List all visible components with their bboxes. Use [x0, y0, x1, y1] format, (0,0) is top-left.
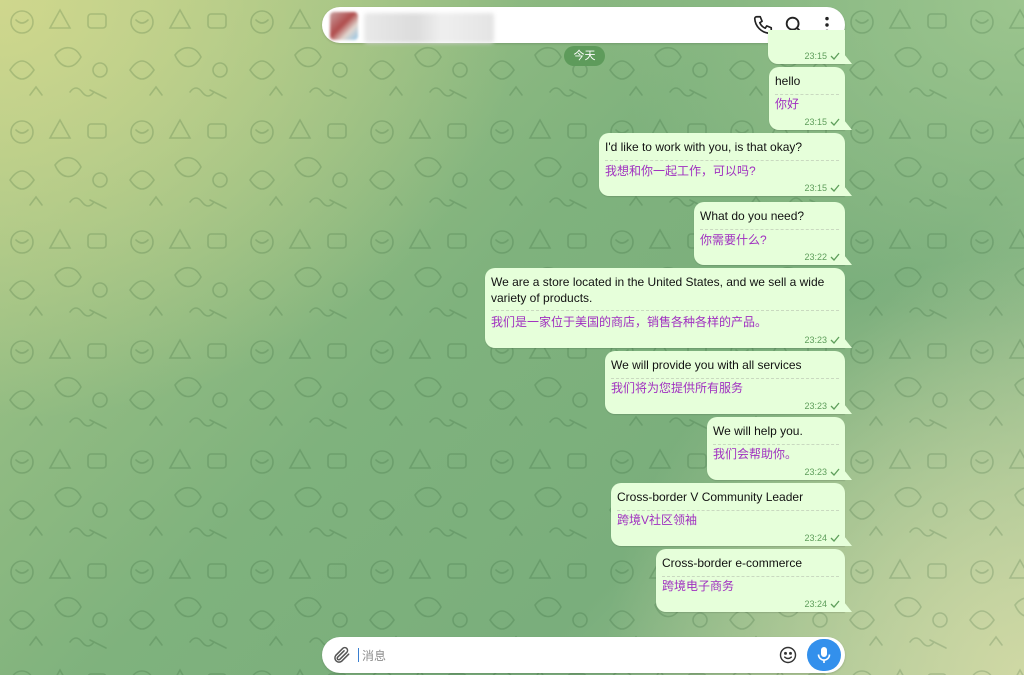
message-time: 23:15: [804, 51, 827, 61]
message-composer: [322, 637, 845, 673]
chat-header[interactable]: [322, 7, 845, 43]
translation-divider: [605, 160, 839, 161]
translation-divider: [662, 576, 839, 577]
message-translation: 我们会帮助你。: [713, 447, 798, 461]
read-check-icon: [830, 534, 840, 542]
read-check-icon: [830, 184, 840, 192]
read-check-icon: [830, 468, 840, 476]
text-caret: [358, 648, 359, 662]
message-bubble[interactable]: I'd like to work with you, is that okay?…: [599, 133, 852, 196]
translation-divider: [700, 229, 839, 230]
message-text: Cross-border V Community Leader: [617, 490, 804, 504]
message-text: What do you need?: [700, 209, 805, 223]
message-input[interactable]: [360, 643, 764, 669]
message-time: 23:22: [804, 252, 827, 262]
message-translation: 跨境V社区领袖: [617, 513, 698, 527]
read-check-icon: [830, 52, 840, 60]
message-bubble[interactable]: Cross-border e-commerce 跨境电子商务 23:24: [656, 549, 852, 612]
message-translation: 我们将为您提供所有服务: [611, 381, 744, 395]
message-time: 23:23: [804, 467, 827, 477]
message-text: Cross-border e-commerce: [662, 556, 803, 570]
message-text: We will help you.: [713, 424, 803, 438]
message-bubble[interactable]: Cross-border V Community Leader 跨境V社区领袖 …: [611, 483, 852, 546]
message-bubble[interactable]: We will provide you with all services 我们…: [605, 351, 852, 414]
message-bubble[interactable]: We are a store located in the United Sta…: [485, 268, 852, 348]
read-check-icon: [830, 253, 840, 261]
message-translation: 跨境电子商务: [662, 579, 735, 593]
message-time: 23:24: [804, 599, 827, 609]
read-check-icon: [830, 118, 840, 126]
translation-divider: [611, 378, 839, 379]
message-text: We are a store located in the United Sta…: [491, 275, 825, 305]
translation-divider: [617, 510, 839, 511]
message-translation: 你好: [775, 97, 800, 111]
message-time: 23:23: [804, 401, 827, 411]
translation-divider: [775, 94, 839, 95]
message-time: 23:15: [804, 117, 827, 127]
message-translation: 我想和你一起工作，可以吗?: [605, 164, 756, 178]
translation-divider: [491, 310, 839, 311]
emoji-icon[interactable]: [778, 645, 798, 665]
message-bubble[interactable]: hello 你好 23:15: [769, 67, 852, 130]
message-text: hello: [775, 74, 801, 88]
message-text: We will provide you with all services: [611, 358, 802, 372]
message-bubble[interactable]: What do you need? 你需要什么? 23:22: [694, 202, 852, 265]
message-text: I'd like to work with you, is that okay?: [605, 140, 803, 154]
read-check-icon: [830, 402, 840, 410]
date-separator: 今天: [564, 46, 605, 66]
message-time: 23:23: [804, 335, 827, 345]
contact-avatar[interactable]: [330, 12, 358, 40]
message-bubble[interactable]: We will help you. 我们会帮助你。 23:23: [707, 417, 852, 480]
message-bubble-partial[interactable]: 23:15: [768, 30, 852, 64]
message-time: 23:15: [804, 183, 827, 193]
message-time: 23:24: [804, 533, 827, 543]
read-check-icon: [830, 600, 840, 608]
message-translation: 你需要什么?: [700, 233, 767, 247]
microphone-button[interactable]: [807, 639, 841, 671]
read-check-icon: [830, 336, 840, 344]
microphone-icon: [817, 647, 831, 663]
message-translation: 我们是一家位于美国的商店，销售各种各样的产品。: [491, 315, 768, 329]
paperclip-icon[interactable]: [332, 645, 352, 665]
contact-name[interactable]: [364, 13, 494, 43]
translation-divider: [713, 444, 839, 445]
